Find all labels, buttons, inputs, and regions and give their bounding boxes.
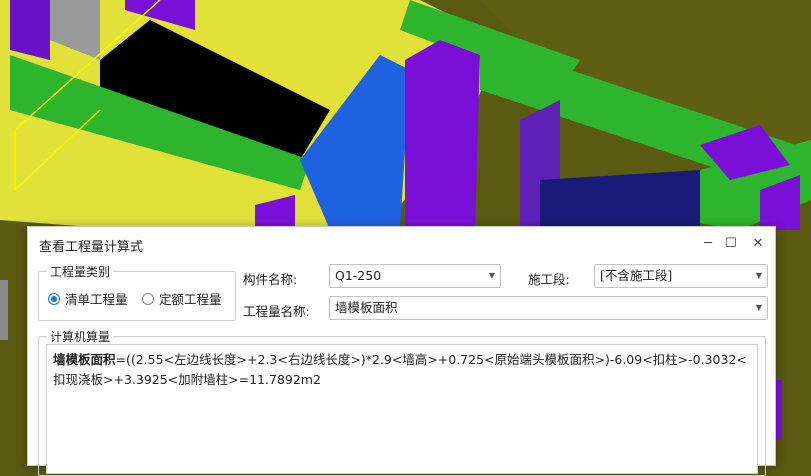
radio-norm-quantity[interactable]: 定额工程量 [142, 289, 222, 308]
maximize-icon[interactable]: ☐ [720, 233, 742, 255]
quantity-name-value: 墙模板面积 [335, 300, 398, 315]
component-name-value: Q1-250 [335, 268, 382, 283]
radio-norm-quantity-label: 定额工程量 [159, 292, 222, 307]
scroll-edge-left [0, 280, 8, 340]
quantity-formula-dialog: 查看工程量计算式 ─ ☐ ✕ 工程量类别 清单工程量 定额工程量 构件名称: Q… [27, 226, 776, 476]
close-icon[interactable]: ✕ [747, 233, 769, 255]
quantity-type-legend: 工程量类别 [47, 263, 114, 280]
navy-block [540, 170, 700, 230]
purple-column [10, 0, 50, 60]
dialog-title: 查看工程量计算式 [39, 240, 144, 255]
radio-checked-icon[interactable] [48, 292, 60, 305]
formula-label: 墙模板面积 [53, 352, 116, 367]
component-name-label: 构件名称: [243, 272, 298, 287]
construction-section-select[interactable]: [不含施工段] ▼ [594, 264, 768, 288]
radio-unchecked-icon[interactable] [142, 292, 154, 305]
dialog-titlebar[interactable]: 查看工程量计算式 ─ ☐ ✕ [28, 227, 775, 261]
purple-wall-center [405, 40, 480, 230]
radio-list-quantity-label: 清单工程量 [65, 292, 128, 307]
chevron-down-icon: ▼ [488, 271, 495, 280]
construction-section-label: 施工段: [528, 272, 570, 287]
construction-section-value: [不含施工段] [600, 268, 673, 283]
quantity-name-label: 工程量名称: [243, 304, 310, 319]
scroll-edge-right [776, 380, 782, 440]
quantity-name-select[interactable]: 墙模板面积 ▼ [329, 296, 768, 320]
formula-textarea[interactable]: 墙模板面积=((2.55<左边线长度>+2.3<右边线长度>)*2.9<墙高>+… [46, 344, 758, 474]
calculation-legend: 计算机算量 [47, 328, 114, 345]
radio-list-quantity[interactable]: 清单工程量 [48, 289, 128, 308]
minimize-icon[interactable]: ─ [697, 233, 719, 255]
formula-text: =((2.55<左边线长度>+2.3<右边线长度>)*2.9<墙高>+0.725… [53, 352, 747, 387]
component-name-select[interactable]: Q1-250 ▼ [329, 264, 501, 288]
chevron-down-icon: ▼ [755, 271, 762, 280]
chevron-down-icon: ▼ [755, 303, 762, 312]
quantity-type-group: 工程量类别 清单工程量 定额工程量 [38, 263, 236, 321]
